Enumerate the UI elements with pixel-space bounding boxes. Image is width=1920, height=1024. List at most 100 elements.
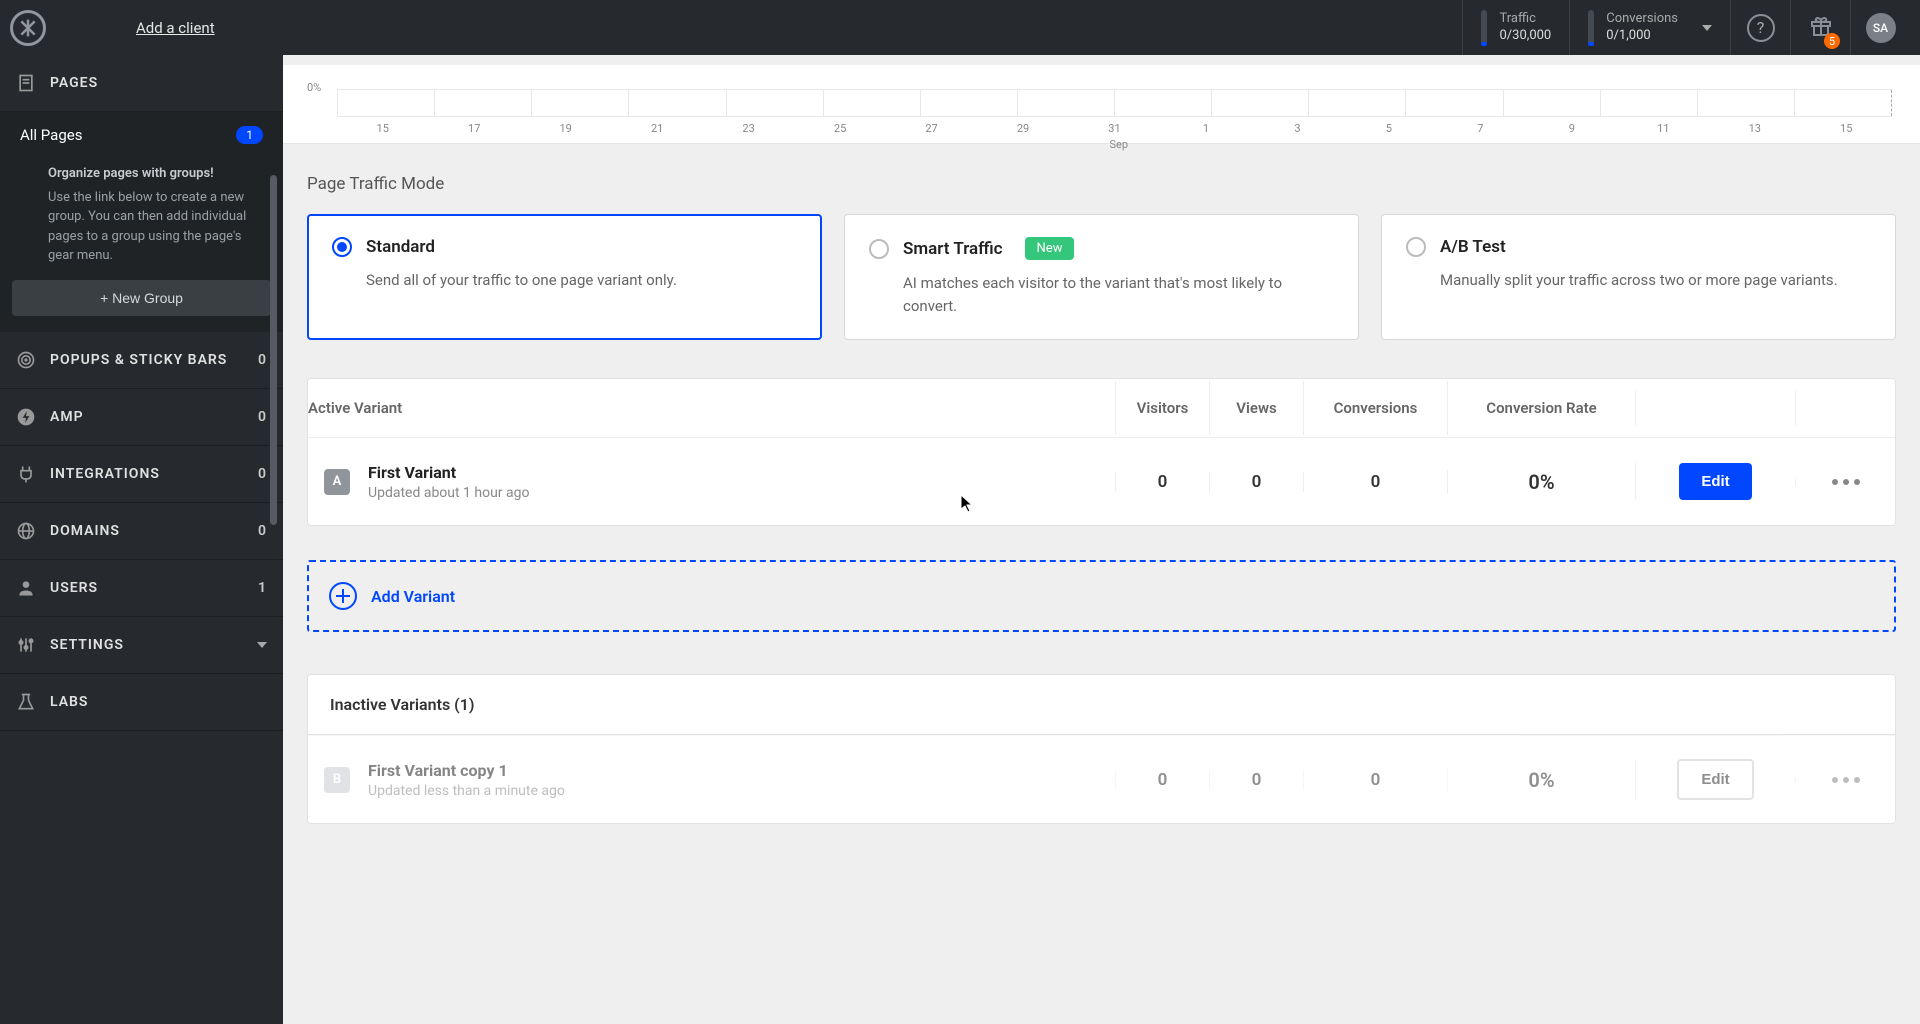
main-content: 0% 15171921232527293113579111315 Sep Pag… xyxy=(283,55,1920,1024)
sidebar-settings[interactable]: SETTINGS xyxy=(0,617,283,674)
variant-name: First Variant xyxy=(368,463,530,482)
scrollbar[interactable] xyxy=(270,175,277,525)
edit-button[interactable]: Edit xyxy=(1677,759,1753,800)
sidebar-item-label: SETTINGS xyxy=(50,637,124,653)
more-button[interactable] xyxy=(1795,479,1895,485)
gift-button[interactable]: 5 xyxy=(1790,0,1850,55)
mode-desc: Manually split your traffic across two o… xyxy=(1440,269,1871,292)
active-variants-table: Active Variant Visitors Views Conversion… xyxy=(307,378,1896,526)
topbar: Add a client Traffic 0/30,000 Conversion… xyxy=(0,0,1920,55)
all-pages-label: All Pages xyxy=(20,126,82,144)
logo-icon[interactable] xyxy=(10,10,46,46)
sidebar-item-count: 0 xyxy=(258,523,267,539)
add-client-link[interactable]: Add a client xyxy=(136,19,215,37)
chart-month-label: Sep xyxy=(1110,138,1129,151)
new-group-button[interactable]: + New Group xyxy=(12,280,271,316)
cell-visitors: 0 xyxy=(1115,472,1209,492)
sidebar-item-label: POPUPS & STICKY BARS xyxy=(50,352,227,368)
sidebar-labs[interactable]: LABS xyxy=(0,674,283,731)
sidebar-item-label: USERS xyxy=(50,580,98,596)
groups-hint-title: Organize pages with groups! xyxy=(48,164,263,184)
chevron-down-icon xyxy=(257,642,267,648)
cell-conversions: 0 xyxy=(1303,472,1447,492)
sidebar-popups[interactable]: POPUPS & STICKY BARS 0 xyxy=(0,332,283,389)
page-traffic-mode-title: Page Traffic Mode xyxy=(307,174,1896,194)
variant-badge: B xyxy=(324,767,350,793)
radio-standard[interactable] xyxy=(332,237,352,257)
col-visitors: Visitors xyxy=(1115,381,1209,435)
col-views: Views xyxy=(1209,381,1303,435)
chart-area: 0% 15171921232527293113579111315 Sep xyxy=(283,65,1920,144)
sidebar-pages[interactable]: PAGES xyxy=(0,55,283,112)
traffic-mode-options: Standard Send all of your traffic to one… xyxy=(307,214,1896,340)
conversions-meter[interactable]: Conversions 0/1,000 xyxy=(1569,0,1730,55)
avatar: SA xyxy=(1866,13,1896,43)
help-button[interactable]: ? xyxy=(1730,0,1790,55)
chart-ylabel: 0% xyxy=(307,81,321,94)
more-icon xyxy=(1832,777,1860,783)
all-pages-row[interactable]: All Pages 1 xyxy=(0,112,283,158)
edit-button[interactable]: Edit xyxy=(1679,463,1751,500)
radio-smart[interactable] xyxy=(869,239,889,259)
add-variant-label: Add Variant xyxy=(371,587,455,606)
conversions-value: 0/1,000 xyxy=(1606,28,1678,45)
mode-name: Standard xyxy=(366,237,435,257)
gift-badge: 5 xyxy=(1824,33,1840,49)
sidebar-amp[interactable]: AMP 0 xyxy=(0,389,283,446)
sidebar-item-count: 0 xyxy=(258,409,267,425)
globe-icon xyxy=(16,521,36,541)
cell-conversions: 0 xyxy=(1303,770,1447,790)
col-conversions: Conversions xyxy=(1303,381,1447,435)
sidebar-users[interactable]: USERS 1 xyxy=(0,560,283,617)
table-row: A First Variant Updated about 1 hour ago… xyxy=(308,437,1895,525)
traffic-meter: Traffic 0/30,000 xyxy=(1462,0,1569,55)
traffic-bar-icon xyxy=(1481,10,1487,46)
variant-badge: A xyxy=(324,469,350,495)
more-button[interactable] xyxy=(1795,777,1895,783)
variant-updated: Updated less than a minute ago xyxy=(368,783,565,799)
user-icon xyxy=(16,578,36,598)
chevron-down-icon xyxy=(1702,25,1712,31)
traffic-value: 0/30,000 xyxy=(1499,28,1551,45)
radio-ab[interactable] xyxy=(1406,237,1426,257)
sidebar-domains[interactable]: DOMAINS 0 xyxy=(0,503,283,560)
plug-icon xyxy=(16,464,36,484)
traffic-label: Traffic xyxy=(1499,11,1551,28)
mode-smart-traffic[interactable]: Smart Traffic New AI matches each visito… xyxy=(844,214,1359,340)
bolt-icon xyxy=(16,407,36,427)
sidebar-item-label: DOMAINS xyxy=(50,523,120,539)
cell-rate: 0% xyxy=(1447,470,1635,494)
sidebar-pages-label: PAGES xyxy=(50,75,98,91)
all-pages-count: 1 xyxy=(236,126,263,144)
chart-xlabels: 15171921232527293113579111315 xyxy=(337,122,1892,135)
cell-rate: 0% xyxy=(1447,768,1635,792)
sidebar: PAGES All Pages 1 Organize pages with gr… xyxy=(0,55,283,1024)
cell-views: 0 xyxy=(1209,472,1303,492)
sidebar-item-label: INTEGRATIONS xyxy=(50,466,160,482)
table-row: B First Variant copy 1 Updated less than… xyxy=(308,735,1895,823)
inactive-variants-table: B First Variant copy 1 Updated less than… xyxy=(307,735,1896,824)
cell-visitors: 0 xyxy=(1115,770,1209,790)
mode-standard[interactable]: Standard Send all of your traffic to one… xyxy=(307,214,822,340)
col-variant: Active Variant xyxy=(308,381,1115,435)
avatar-menu[interactable]: SA xyxy=(1850,0,1910,55)
conversions-label: Conversions xyxy=(1606,11,1678,28)
inactive-variants-heading: Inactive Variants (1) xyxy=(307,674,1896,735)
groups-hint: Organize pages with groups! Use the link… xyxy=(0,158,283,280)
mode-desc: AI matches each visitor to the variant t… xyxy=(903,272,1334,317)
chart: 0% 15171921232527293113579111315 Sep xyxy=(311,81,1892,137)
sidebar-item-label: AMP xyxy=(50,409,84,425)
help-icon: ? xyxy=(1747,14,1775,42)
plus-circle-icon xyxy=(329,582,357,610)
flask-icon xyxy=(16,692,36,712)
sliders-icon xyxy=(16,635,36,655)
sidebar-item-count: 0 xyxy=(258,466,267,482)
add-variant-button[interactable]: Add Variant xyxy=(307,560,1896,632)
sidebar-integrations[interactable]: INTEGRATIONS 0 xyxy=(0,446,283,503)
chart-grid xyxy=(337,89,1892,117)
mode-desc: Send all of your traffic to one page var… xyxy=(366,269,797,292)
mode-ab-test[interactable]: A/B Test Manually split your traffic acr… xyxy=(1381,214,1896,340)
cursor-icon xyxy=(960,494,974,514)
conversions-bar-icon xyxy=(1588,10,1594,46)
target-icon xyxy=(16,350,36,370)
